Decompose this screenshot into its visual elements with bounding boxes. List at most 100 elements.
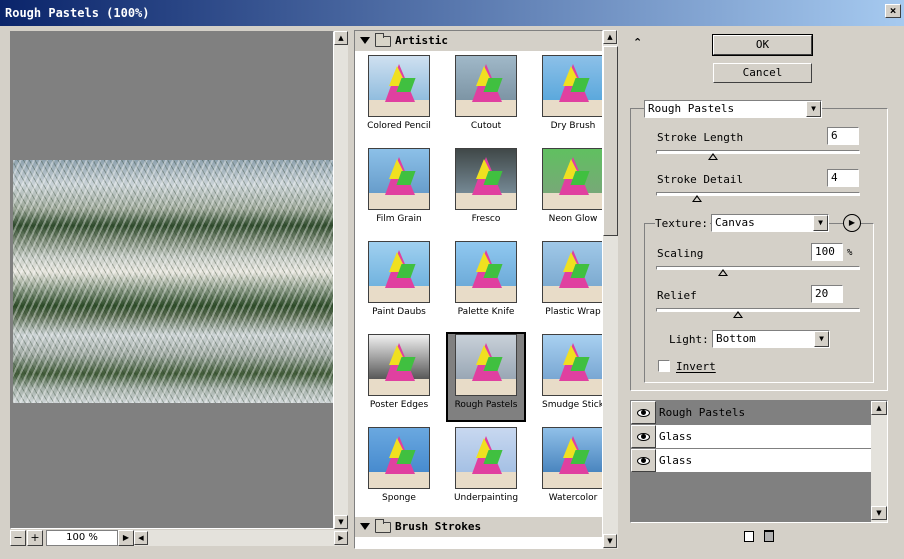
zoom-menu-button[interactable]: ▶	[118, 530, 134, 546]
zoom-in-button[interactable]: +	[27, 530, 43, 546]
preview-image[interactable]	[13, 160, 333, 403]
stroke-length-input[interactable]: 6	[827, 127, 859, 145]
expand-triangle-icon[interactable]	[360, 523, 370, 530]
stroke-length-slider-knob[interactable]	[708, 153, 719, 160]
folder-icon	[375, 33, 391, 47]
scroll-down-icon[interactable]: ▼	[603, 534, 617, 548]
invert-label[interactable]: Invert	[676, 360, 716, 373]
preview-vertical-scrollbar[interactable]: ▲ ▼	[334, 31, 348, 529]
relief-slider-knob[interactable]	[732, 311, 743, 318]
scaling-unit: %	[847, 248, 853, 258]
filter-thumb-sponge[interactable]: Sponge	[359, 425, 439, 515]
filter-thumb-poster-edges[interactable]: Poster Edges	[359, 332, 439, 422]
filter-select[interactable]: Rough Pastels ▼	[644, 100, 822, 118]
filter-label: Sponge	[382, 493, 416, 503]
filter-select-value: Rough Pastels	[648, 102, 735, 115]
expand-triangle-icon[interactable]	[360, 37, 370, 44]
zoom-bar: − + 100 % ▶ ◀ ▶	[10, 530, 348, 546]
visibility-toggle[interactable]	[631, 401, 656, 424]
cancel-button[interactable]: Cancel	[713, 63, 812, 83]
filter-label: Film Grain	[376, 214, 422, 224]
filter-preview-image	[542, 241, 602, 303]
filter-preview-image	[368, 427, 430, 489]
effect-layers-panel: Rough Pastels Glass Glass ▲ ▼	[630, 400, 888, 523]
title-bar: Rough Pastels (100%) ×	[0, 0, 904, 26]
filter-thumb-smudge-stick[interactable]: Smudge Stick	[533, 332, 602, 422]
stroke-length-label: Stroke Length	[657, 131, 744, 144]
filter-label: Colored Pencil	[367, 121, 431, 131]
delete-effect-layer-icon[interactable]	[764, 530, 774, 542]
chevron-down-icon[interactable]: ▼	[813, 215, 828, 231]
effect-layer-row[interactable]: Rough Pastels	[631, 401, 871, 425]
gallery-vertical-scrollbar[interactable]: ▲ ▼	[603, 30, 618, 549]
relief-label: Relief	[657, 289, 697, 302]
visibility-toggle[interactable]	[631, 425, 656, 448]
stroke-detail-slider-knob[interactable]	[691, 195, 702, 202]
texture-select[interactable]: Canvas ▼	[711, 214, 829, 232]
filter-preview-image	[542, 427, 602, 489]
chevron-down-icon[interactable]: ▼	[806, 101, 821, 117]
new-effect-layer-icon[interactable]	[744, 531, 754, 542]
zoom-out-button[interactable]: −	[10, 530, 26, 546]
scroll-up-icon[interactable]: ▲	[871, 401, 887, 415]
filter-thumb-underpainting[interactable]: Underpainting	[446, 425, 526, 515]
scroll-left-icon[interactable]: ◀	[134, 531, 148, 545]
filter-preview-image	[455, 241, 517, 303]
scroll-thumb[interactable]	[603, 46, 618, 236]
collapse-icon[interactable]: ⌃	[633, 36, 642, 49]
relief-input[interactable]: 20	[811, 285, 843, 303]
scroll-down-icon[interactable]: ▼	[334, 515, 348, 529]
chevron-down-icon[interactable]: ▼	[814, 331, 829, 347]
filter-label: Neon Glow	[548, 214, 598, 224]
filter-thumb-neon-glow[interactable]: Neon Glow	[533, 146, 602, 236]
filter-thumb-paint-daubs[interactable]: Paint Daubs	[359, 239, 439, 329]
scaling-input[interactable]: 100	[811, 243, 843, 261]
filter-thumb-watercolor[interactable]: Watercolor	[533, 425, 602, 515]
light-select-value: Bottom	[716, 332, 756, 345]
eye-icon	[637, 433, 650, 441]
preview-horizontal-scrollbar[interactable]: ◀ ▶	[134, 530, 348, 546]
scaling-slider-knob[interactable]	[718, 269, 729, 276]
visibility-toggle[interactable]	[631, 449, 656, 472]
filter-thumb-rough-pastels[interactable]: Rough Pastels	[446, 332, 526, 422]
ok-button[interactable]: OK	[712, 34, 813, 56]
texture-menu-button[interactable]: ▶	[843, 214, 861, 232]
effect-layer-name: Rough Pastels	[659, 406, 746, 419]
filter-thumb-cutout[interactable]: Cutout	[446, 53, 526, 143]
filter-preview-image	[542, 148, 602, 210]
effect-layer-row[interactable]: Glass	[631, 425, 871, 449]
close-button[interactable]: ×	[885, 4, 901, 18]
relief-slider-track[interactable]	[656, 308, 860, 312]
filter-preview-image	[368, 55, 430, 117]
invert-checkbox[interactable]	[658, 360, 670, 372]
preview-pane[interactable]	[10, 31, 334, 529]
effect-layer-row[interactable]: Glass	[631, 449, 871, 473]
category-artistic[interactable]: Artistic	[355, 31, 602, 51]
filter-preview-image	[455, 55, 517, 117]
stroke-length-slider-track[interactable]	[656, 150, 860, 154]
filter-thumb-fresco[interactable]: Fresco	[446, 146, 526, 236]
scroll-right-icon[interactable]: ▶	[334, 531, 348, 545]
effect-layer-name: Glass	[659, 430, 693, 443]
filter-label: Watercolor	[548, 493, 598, 503]
scroll-down-icon[interactable]: ▼	[871, 506, 887, 520]
light-select[interactable]: Bottom ▼	[712, 330, 830, 348]
scaling-slider-track[interactable]	[656, 266, 860, 270]
filter-thumb-film-grain[interactable]: Film Grain	[359, 146, 439, 236]
filter-preview-image	[368, 148, 430, 210]
layers-vertical-scrollbar[interactable]: ▲ ▼	[871, 401, 887, 522]
folder-icon	[375, 519, 391, 533]
effect-layer-name: Glass	[659, 454, 693, 467]
filter-thumb-palette-knife[interactable]: Palette Knife	[446, 239, 526, 329]
scroll-up-icon[interactable]: ▲	[334, 31, 348, 45]
filter-thumb-colored-pencil[interactable]: Colored Pencil	[359, 53, 439, 143]
stroke-detail-slider-track[interactable]	[656, 192, 860, 196]
scroll-up-icon[interactable]: ▲	[603, 30, 617, 44]
category-brush-strokes[interactable]: Brush Strokes	[355, 517, 602, 537]
stroke-detail-input[interactable]: 4	[827, 169, 859, 187]
filter-preview-image	[455, 427, 517, 489]
filter-thumb-dry-brush[interactable]: Dry Brush	[533, 53, 602, 143]
filter-thumb-plastic-wrap[interactable]: Plastic Wrap	[533, 239, 602, 329]
play-right-icon: ▶	[848, 218, 856, 227]
filter-label: Rough Pastels	[454, 400, 518, 410]
